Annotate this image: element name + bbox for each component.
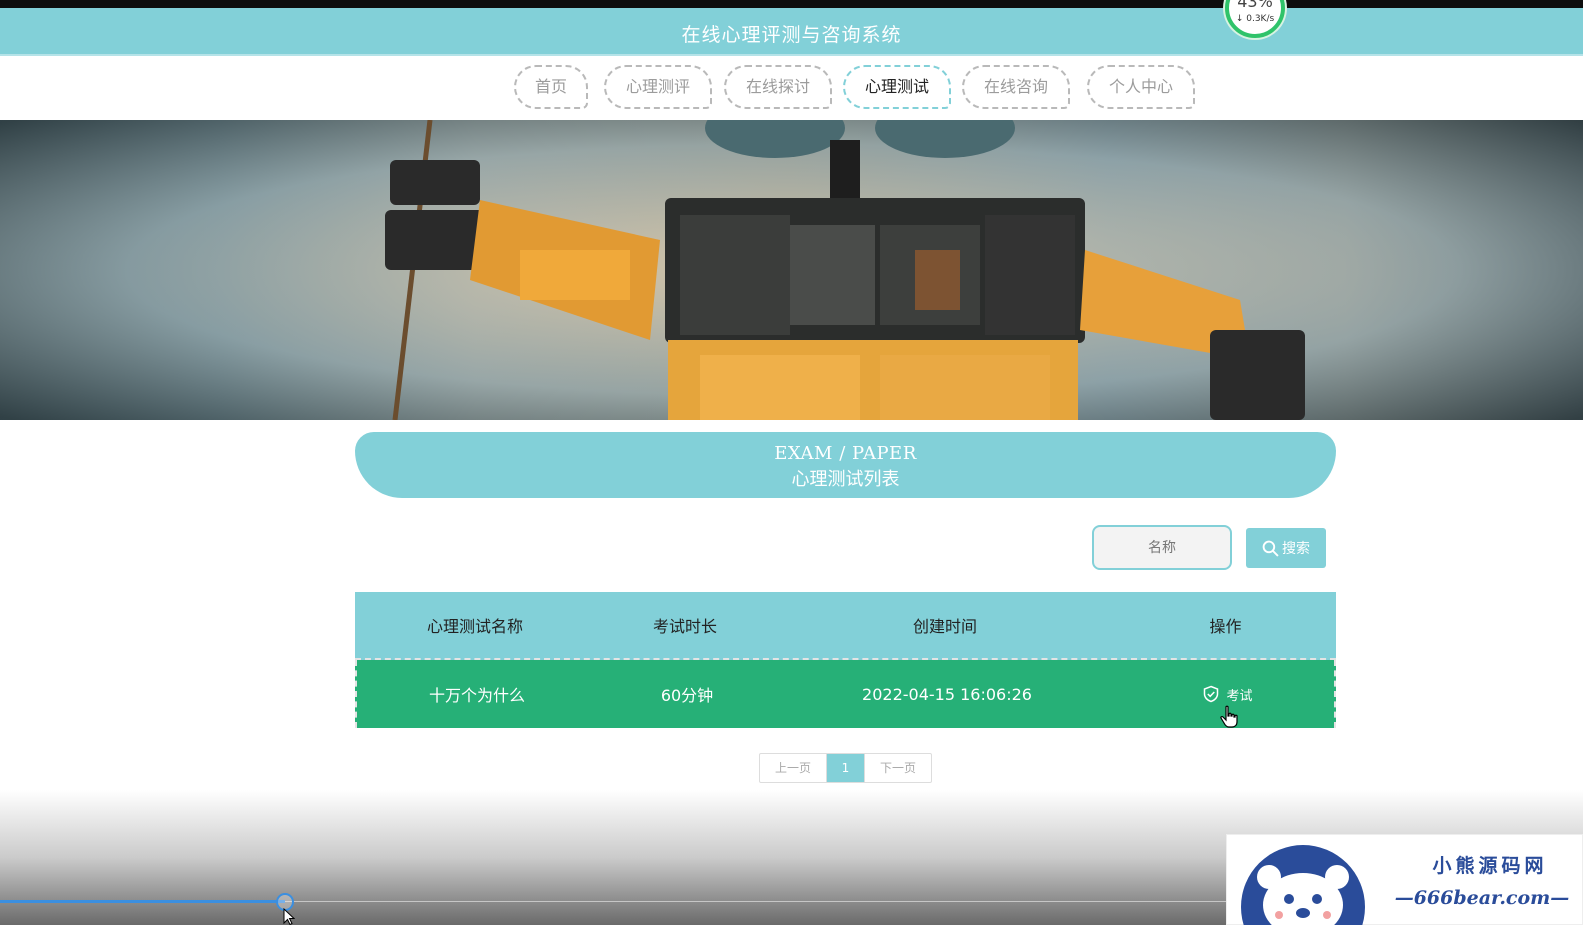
hero-banner — [0, 120, 1583, 420]
take-exam-button[interactable]: 考试 — [1202, 685, 1253, 704]
cell-duration: 60分钟 — [660, 686, 714, 705]
section-title-banner: EXAM / PAPER 心理测试列表 — [355, 432, 1336, 498]
prev-page-button[interactable]: 上一页 — [760, 754, 827, 782]
nav-item-home[interactable]: 首页 — [514, 65, 588, 109]
table-row[interactable]: 十万个为什么 60分钟 2022-04-15 16:06:26 考试 — [355, 660, 1336, 728]
column-header-name: 心理测试名称 — [426, 617, 523, 636]
video-progress-fill — [0, 900, 285, 903]
site-header: 在线心理评测与咨询系统 — [0, 8, 1583, 56]
speed-rate: ↓ 0.3K/s — [1235, 14, 1275, 24]
speed-percent: 43% — [1237, 0, 1273, 11]
next-page-button[interactable]: 下一页 — [864, 754, 931, 782]
main-nav: 首页 心理测评 在线探讨 心理测试 在线咨询 个人中心 — [0, 58, 1583, 120]
take-exam-label: 考试 — [1226, 688, 1253, 704]
section-title-en: EXAM / PAPER — [774, 443, 917, 464]
hand-cursor-icon — [1220, 705, 1238, 728]
top-black-strip — [0, 0, 1583, 8]
arrow-cursor-icon — [283, 908, 295, 925]
nav-item-assessment[interactable]: 心理测评 — [604, 65, 712, 109]
table-header: 心理测试名称 考试时长 创建时间 操作 — [355, 592, 1336, 660]
site-title: 在线心理评测与咨询系统 — [681, 24, 902, 46]
search-input[interactable] — [1092, 525, 1232, 570]
psych-test-table: 心理测试名称 考试时长 创建时间 操作 十万个为什么 60分钟 2022-04-… — [355, 592, 1336, 728]
watermark-name: 小熊源码网 — [1432, 855, 1548, 877]
column-header-action: 操作 — [1209, 617, 1242, 636]
cell-test-name: 十万个为什么 — [428, 686, 525, 705]
watermark-url: —666bear.com— — [1394, 887, 1570, 909]
nav-item-profile[interactable]: 个人中心 — [1087, 65, 1195, 109]
nav-item-psych-test[interactable]: 心理测试 — [843, 65, 951, 109]
watermark-logo: 小熊源码网 —666bear.com— — [1226, 834, 1583, 925]
robot-banner-image — [0, 120, 1583, 420]
nav-item-discussion[interactable]: 在线探讨 — [724, 65, 832, 109]
search-icon — [1262, 540, 1279, 557]
search-button[interactable]: 搜索 — [1246, 528, 1326, 568]
bear-logo-icon — [1241, 845, 1365, 925]
column-header-duration: 考试时长 — [652, 617, 717, 636]
net-speed-widget[interactable]: 43% ↓ 0.3K/s — [1222, 0, 1288, 46]
shield-check-icon — [1204, 685, 1219, 703]
search-button-label: 搜索 — [1282, 541, 1310, 557]
nav-item-consult[interactable]: 在线咨询 — [962, 65, 1070, 109]
section-title-cn: 心理测试列表 — [791, 469, 900, 490]
page-number-current[interactable]: 1 — [827, 754, 864, 782]
cell-created-time: 2022-04-15 16:06:26 — [862, 684, 1032, 704]
pagination: 上一页 1 下一页 — [759, 753, 932, 783]
column-header-created: 创建时间 — [912, 617, 977, 636]
